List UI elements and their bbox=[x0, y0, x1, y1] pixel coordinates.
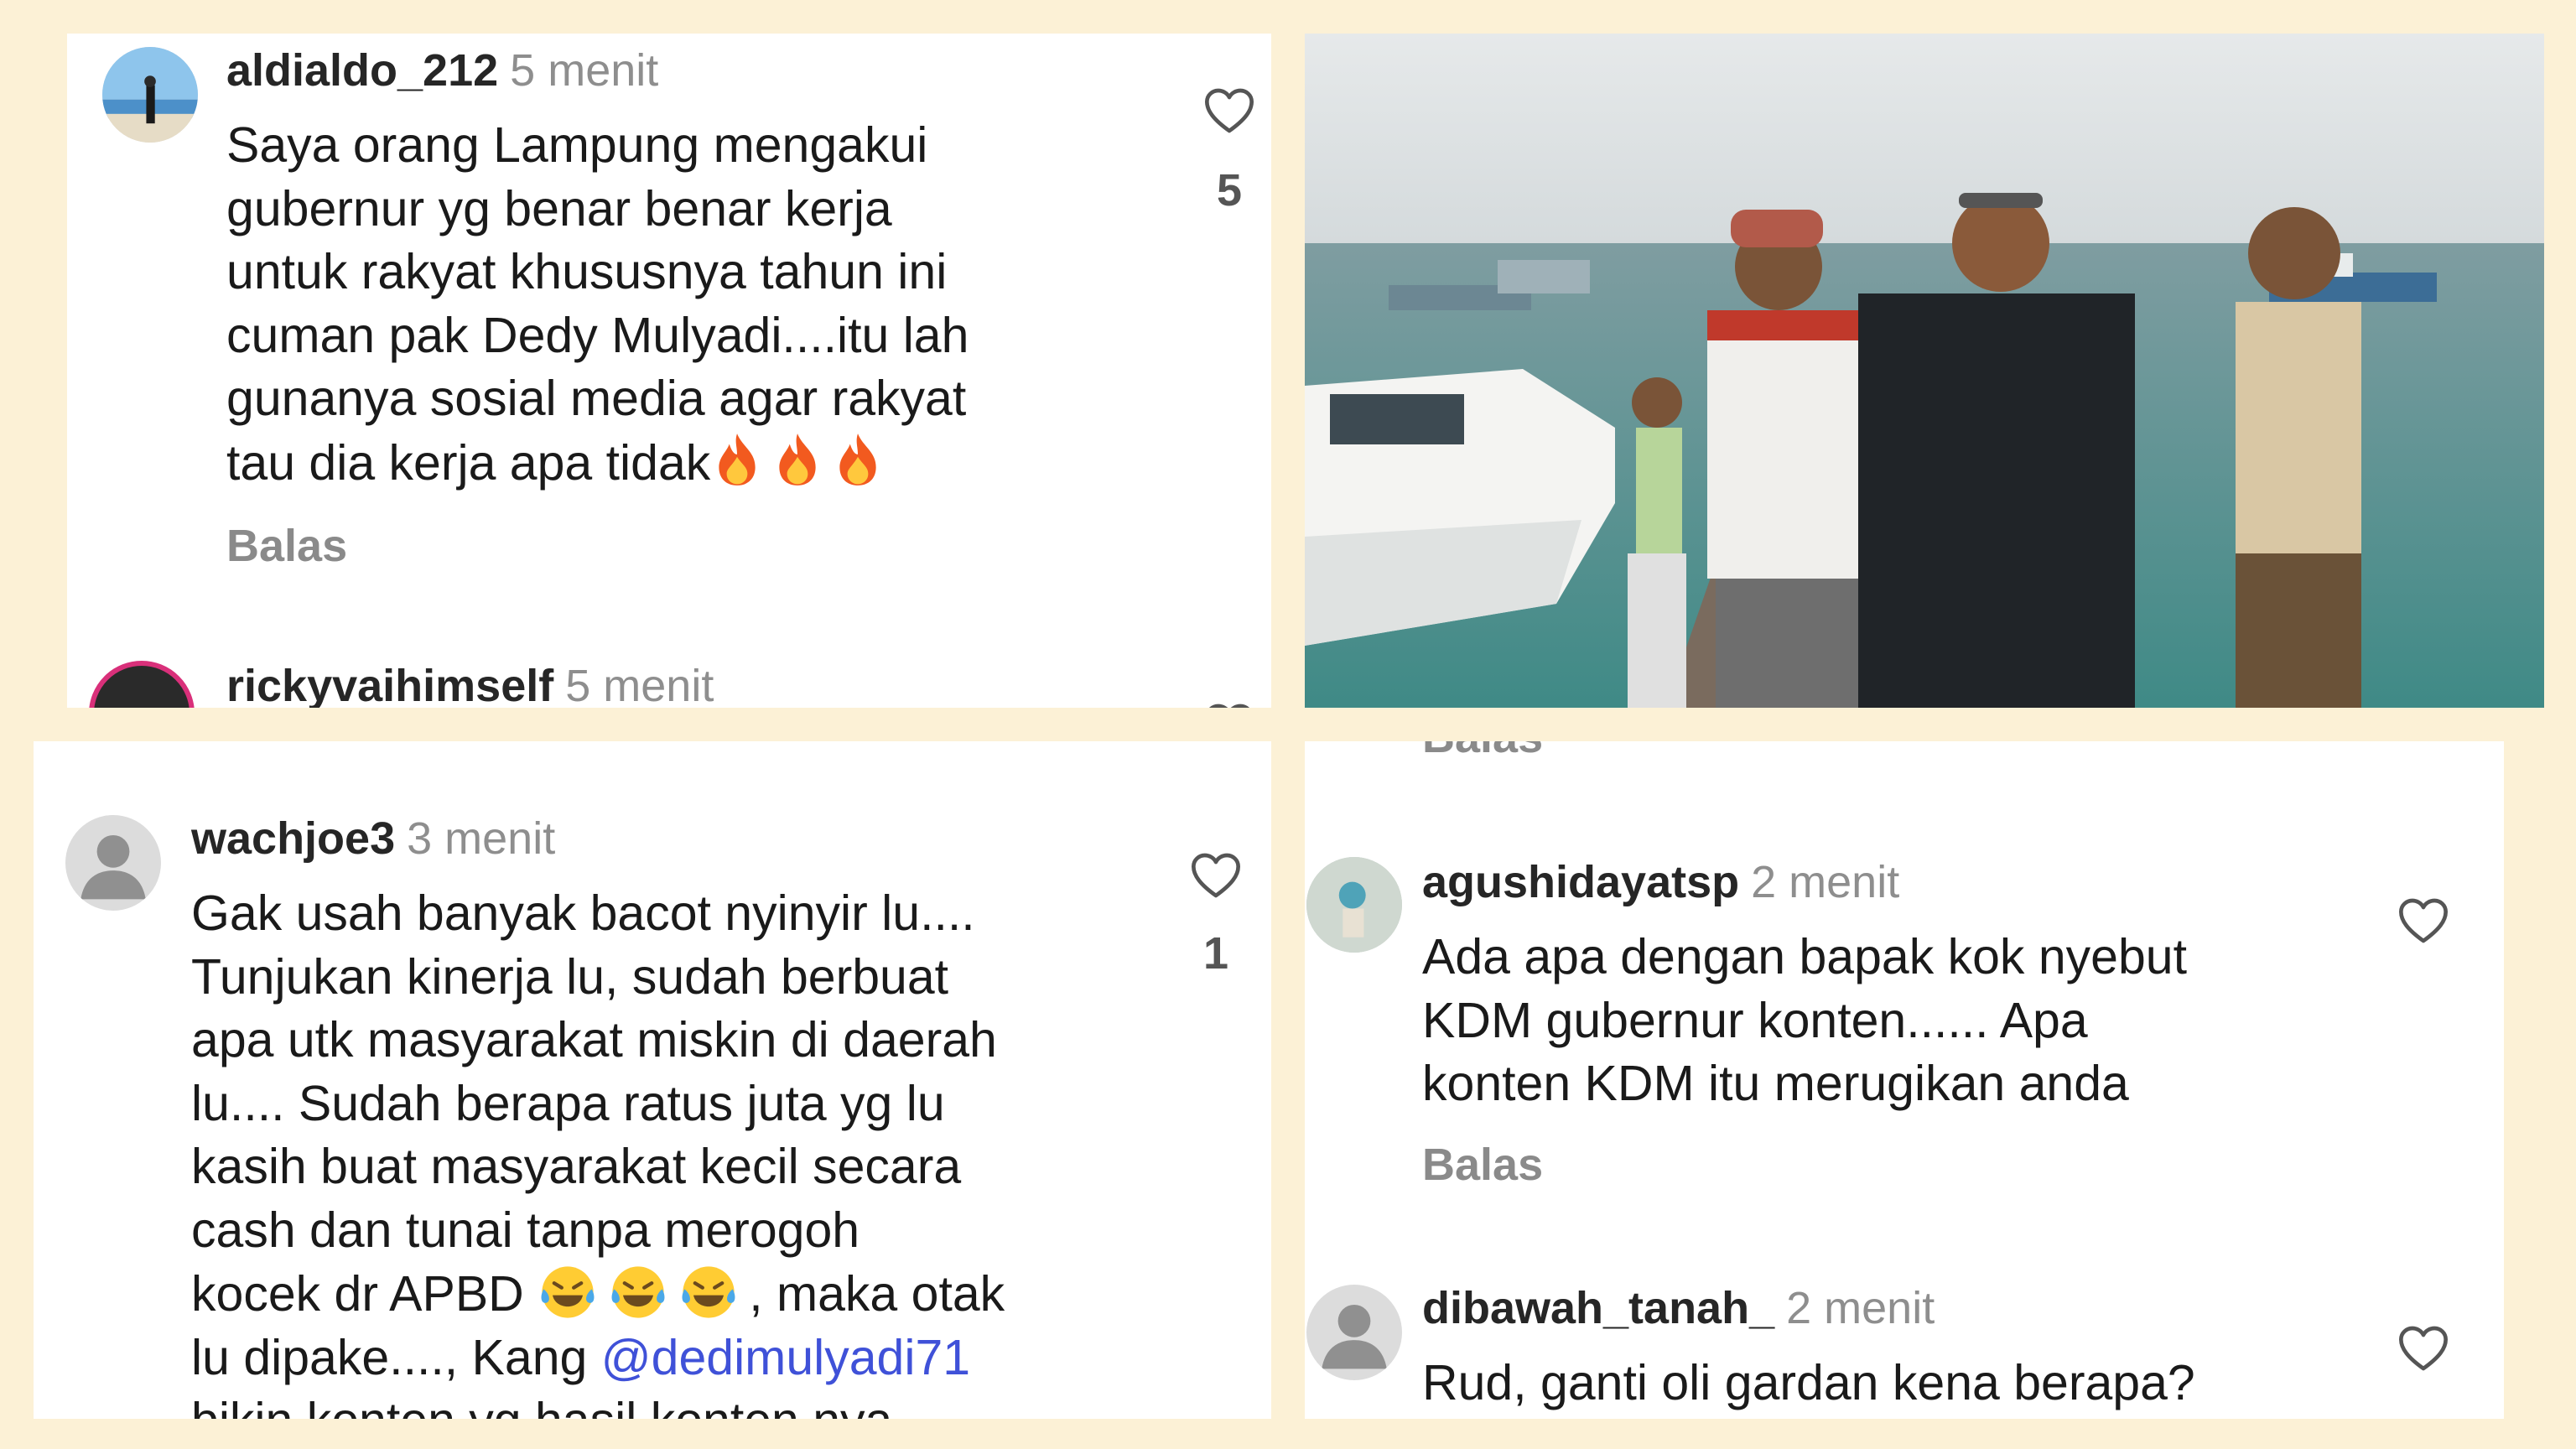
news-photo bbox=[1305, 34, 2544, 708]
comment-line: lu.... Sudah berapa ratus juta yg lu bbox=[191, 1075, 945, 1131]
comment-panel-bottom-right: Balas agushidayatsp2 menit Ada apa denga… bbox=[1305, 741, 2504, 1419]
comment-text: Gak usah banyak bacot nyinyir lu.... Tun… bbox=[191, 882, 1197, 1419]
laughing-tears-emoji bbox=[682, 1266, 735, 1318]
reply-button[interactable]: Balas bbox=[1422, 1139, 1543, 1191]
username[interactable]: dibawah_tanah_ bbox=[1422, 1283, 1774, 1333]
heart-outline-icon[interactable] bbox=[1202, 701, 1256, 708]
user-mention-link[interactable]: @dedimulyadi71 bbox=[601, 1330, 970, 1385]
comment-line: lu dipake...., Kang @dedimulyadi71 bbox=[191, 1327, 1197, 1390]
timestamp: 3 menit bbox=[407, 813, 556, 864]
comment-line: apa utk masyarakat miskin di daerah bbox=[191, 1012, 997, 1067]
comment-line-part: kocek dr APBD bbox=[191, 1266, 524, 1322]
username[interactable]: agushidayatsp bbox=[1422, 857, 1739, 907]
like-count: 5 bbox=[1216, 165, 1243, 216]
user-avatar[interactable] bbox=[102, 47, 198, 143]
comment-meta: wachjoe3 3 menit bbox=[191, 812, 555, 865]
username[interactable]: rickyvaihimself bbox=[226, 661, 553, 708]
timestamp: 5 menit bbox=[565, 661, 714, 708]
fire-emoji bbox=[719, 433, 756, 486]
heart-outline-icon[interactable] bbox=[1202, 86, 1256, 136]
comment-meta: dibawah_tanah_ 2 menit bbox=[1422, 1281, 1935, 1335]
timestamp: 2 menit bbox=[1751, 857, 1900, 907]
comment-line: kasih buat masyarakat kecil secara bbox=[191, 1139, 962, 1194]
comment-text: Ada apa dengan bapak kok nyebut KDM gube… bbox=[1422, 929, 2187, 1111]
comment-line: Gak usah banyak bacot nyinyir lu.... bbox=[191, 886, 975, 941]
user-avatar[interactable] bbox=[1306, 857, 1402, 953]
user-avatar[interactable] bbox=[89, 661, 195, 708]
reply-button[interactable]: Balas bbox=[1422, 741, 1543, 763]
heart-outline-icon[interactable] bbox=[1189, 850, 1243, 901]
laughing-tears-emoji bbox=[611, 1266, 665, 1318]
comment-line: bikin konten yg hasil konten nya bbox=[191, 1389, 1197, 1419]
comment-line: kocek dr APBD , maka otak bbox=[191, 1262, 1197, 1327]
heart-outline-icon[interactable] bbox=[2397, 896, 2450, 946]
comment-panel-bottom-left: wachjoe3 3 menit Gak usah banyak bacot ny… bbox=[34, 741, 1271, 1419]
heart-outline-icon[interactable] bbox=[2397, 1323, 2450, 1374]
default-avatar-icon[interactable] bbox=[1306, 1285, 1402, 1380]
reply-button[interactable]: Balas bbox=[226, 520, 347, 572]
comment-line: cash dan tunai tanpa merogoh bbox=[191, 1202, 860, 1258]
photo-panel bbox=[1305, 34, 2544, 708]
comment-meta: agushidayatsp 2 menit bbox=[1422, 855, 1899, 909]
timestamp: 2 menit bbox=[1786, 1283, 1935, 1333]
comment-panel-top-left: aldialdo_212 5 menit Saya orang Lampung m… bbox=[67, 34, 1271, 708]
fire-emoji bbox=[779, 433, 816, 486]
comment-meta: aldialdo_212 5 menit bbox=[226, 44, 658, 97]
like-count: 1 bbox=[1202, 928, 1229, 979]
laughing-tears-emoji bbox=[541, 1266, 595, 1318]
timestamp: 5 menit bbox=[510, 45, 659, 96]
default-avatar-icon[interactable] bbox=[65, 815, 161, 911]
comment-text: Rud, ganti oli gardan kena berapa? bbox=[1422, 1355, 2195, 1410]
username[interactable]: wachjoe3 bbox=[191, 813, 395, 864]
comment-line: Tunjukan kinerja lu, sudah berbuat bbox=[191, 948, 949, 1005]
username[interactable]: aldialdo_212 bbox=[226, 45, 498, 96]
comment-meta: rickyvaihimself 5 menit bbox=[226, 659, 714, 708]
comment-text: Saya orang Lampung mengakui gubernur yg … bbox=[226, 114, 1166, 495]
fire-emoji bbox=[839, 433, 876, 486]
comment-line-part: lu dipake...., Kang bbox=[191, 1329, 588, 1385]
comment-line-part: , maka otak bbox=[749, 1266, 1005, 1322]
